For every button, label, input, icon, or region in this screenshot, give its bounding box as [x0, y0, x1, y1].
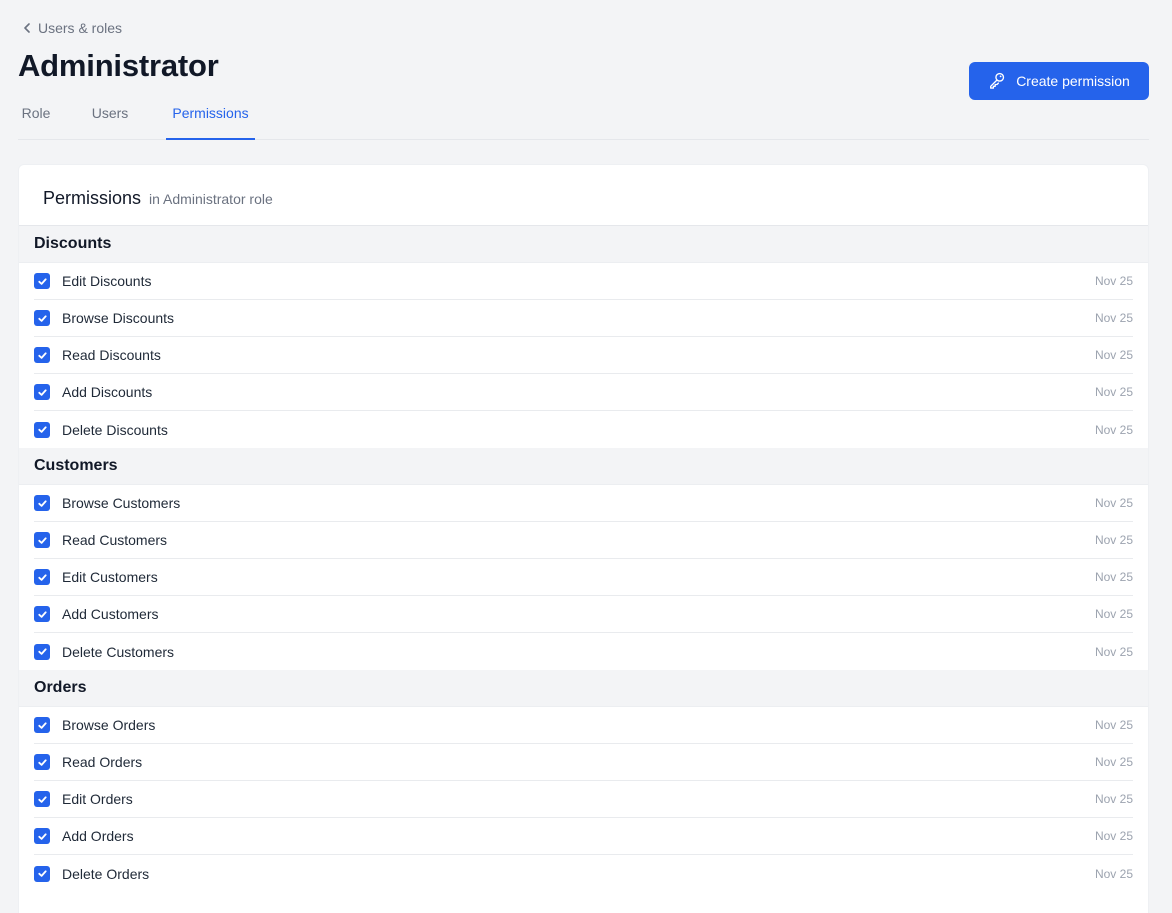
permission-checkbox[interactable] — [34, 532, 50, 548]
tab-permissions[interactable]: Permissions — [166, 96, 255, 140]
check-icon — [37, 758, 47, 766]
page-title: Administrator — [18, 48, 219, 83]
create-permission-label: Create permission — [1016, 73, 1130, 89]
permission-date: Nov 25 — [1094, 385, 1133, 399]
permission-checkbox[interactable] — [34, 643, 50, 660]
create-permission-button[interactable]: Create permission — [969, 62, 1149, 100]
permission-checkbox[interactable] — [34, 347, 50, 363]
permission-name: Read Discounts — [62, 347, 161, 363]
permission-row[interactable]: Read Customers Nov 25 — [34, 522, 1133, 559]
permission-row[interactable]: Read Discounts Nov 25 — [34, 337, 1133, 374]
permission-date: Nov 25 — [1094, 533, 1133, 547]
page: Users & roles Administrator Create permi… — [0, 0, 1172, 913]
breadcrumb-label[interactable]: Users & roles — [38, 20, 122, 36]
group-header-discounts: Discounts — [19, 226, 1148, 263]
permission-checkbox[interactable] — [34, 384, 50, 400]
check-icon — [37, 499, 47, 507]
permission-name: Add Customers — [62, 606, 159, 622]
permission-checkbox[interactable] — [34, 828, 50, 844]
permission-row[interactable]: Add Customers Nov 25 — [34, 596, 1133, 633]
permission-checkbox[interactable] — [34, 865, 50, 882]
permission-name: Browse Orders — [62, 717, 156, 733]
check-icon — [37, 388, 47, 396]
permission-date: Nov 25 — [1094, 644, 1133, 659]
permission-name: Delete Discounts — [62, 421, 168, 438]
tab-users[interactable]: Users — [87, 96, 133, 140]
permission-checkbox[interactable] — [34, 495, 50, 511]
permission-name: Edit Orders — [62, 791, 133, 807]
permission-name: Delete Customers — [62, 643, 175, 660]
permission-row[interactable]: Delete Discounts Nov 25 — [34, 411, 1133, 448]
permission-name: Edit Discounts — [62, 273, 152, 289]
permission-checkbox[interactable] — [34, 791, 50, 807]
permission-name: Read Orders — [62, 754, 143, 770]
check-icon — [37, 573, 47, 581]
permission-date: Nov 25 — [1094, 311, 1133, 325]
permission-name: Browse Discounts — [62, 310, 175, 326]
permission-date: Nov 25 — [1094, 422, 1133, 437]
permission-row[interactable]: Edit Orders Nov 25 — [34, 781, 1133, 818]
permission-name: Edit Customers — [62, 569, 158, 585]
check-icon — [37, 721, 47, 729]
permission-date: Nov 25 — [1094, 274, 1133, 288]
chevron-left-icon — [22, 20, 32, 36]
permission-date: Nov 25 — [1094, 607, 1133, 621]
permission-checkbox[interactable] — [34, 569, 50, 585]
permission-date: Nov 25 — [1094, 718, 1133, 732]
permission-date: Nov 25 — [1094, 829, 1133, 843]
permission-row[interactable]: Add Orders Nov 25 — [34, 818, 1133, 855]
permission-date: Nov 25 — [1094, 755, 1133, 769]
permission-name: Browse Customers — [62, 495, 181, 511]
permission-row[interactable]: Edit Discounts Nov 25 — [34, 263, 1133, 300]
permission-row[interactable]: Delete Customers Nov 25 — [34, 633, 1133, 670]
permissions-card: Permissions in Administrator role Discou… — [18, 164, 1149, 913]
permission-name: Read Customers — [62, 532, 168, 548]
permission-date: Nov 25 — [1094, 496, 1133, 510]
permission-checkbox[interactable] — [34, 310, 50, 326]
card-title: Permissions — [43, 188, 142, 208]
permission-list: Browse Orders Nov 25 Read Orders Nov 25 Edit… — [19, 707, 1148, 892]
check-icon — [37, 648, 47, 655]
permission-list: Browse Customers Nov 25 Read Customers Nov … — [19, 485, 1148, 670]
permission-checkbox[interactable] — [34, 606, 50, 622]
permission-row[interactable]: Browse Discounts Nov 25 — [34, 300, 1133, 337]
tab-role[interactable]: Role — [18, 96, 54, 140]
key-icon — [988, 71, 1006, 92]
permission-groups: Discounts Edit Discounts Nov 25 Browse Disc… — [19, 226, 1148, 892]
card-subtitle: in Administrator role — [149, 191, 273, 207]
permission-checkbox[interactable] — [34, 717, 50, 733]
permission-name: Add Discounts — [62, 384, 153, 400]
permission-checkbox[interactable] — [34, 421, 50, 438]
permission-row[interactable]: Add Discounts Nov 25 — [34, 374, 1133, 411]
check-icon — [37, 314, 47, 322]
check-icon — [37, 536, 47, 544]
permission-name: Add Orders — [62, 828, 134, 844]
permission-date: Nov 25 — [1094, 792, 1133, 806]
permission-date: Nov 25 — [1094, 570, 1133, 584]
group-header-customers: Customers — [19, 448, 1148, 485]
permission-row[interactable]: Browse Customers Nov 25 — [34, 485, 1133, 522]
check-icon — [37, 610, 47, 618]
tabs: Role Users Permissions — [18, 96, 1149, 140]
permission-name: Delete Orders — [62, 865, 150, 882]
check-icon — [37, 870, 47, 877]
check-icon — [37, 277, 47, 285]
card-header: Permissions in Administrator role — [19, 165, 1148, 226]
check-icon — [37, 832, 47, 840]
permission-row[interactable]: Delete Orders Nov 25 — [34, 855, 1133, 892]
permission-date: Nov 25 — [1094, 866, 1133, 881]
group-header-orders: Orders — [19, 670, 1148, 707]
permission-date: Nov 25 — [1094, 348, 1133, 362]
check-icon — [37, 795, 47, 803]
permission-row[interactable]: Read Orders Nov 25 — [34, 744, 1133, 781]
permission-list: Edit Discounts Nov 25 Browse Discounts Nov … — [19, 263, 1148, 448]
permission-checkbox[interactable] — [34, 273, 50, 289]
check-icon — [37, 351, 47, 359]
permission-row[interactable]: Browse Orders Nov 25 — [34, 707, 1133, 744]
permission-row[interactable]: Edit Customers Nov 25 — [34, 559, 1133, 596]
check-icon — [37, 426, 47, 433]
breadcrumb[interactable]: Users & roles — [22, 18, 122, 38]
permission-checkbox[interactable] — [34, 754, 50, 770]
